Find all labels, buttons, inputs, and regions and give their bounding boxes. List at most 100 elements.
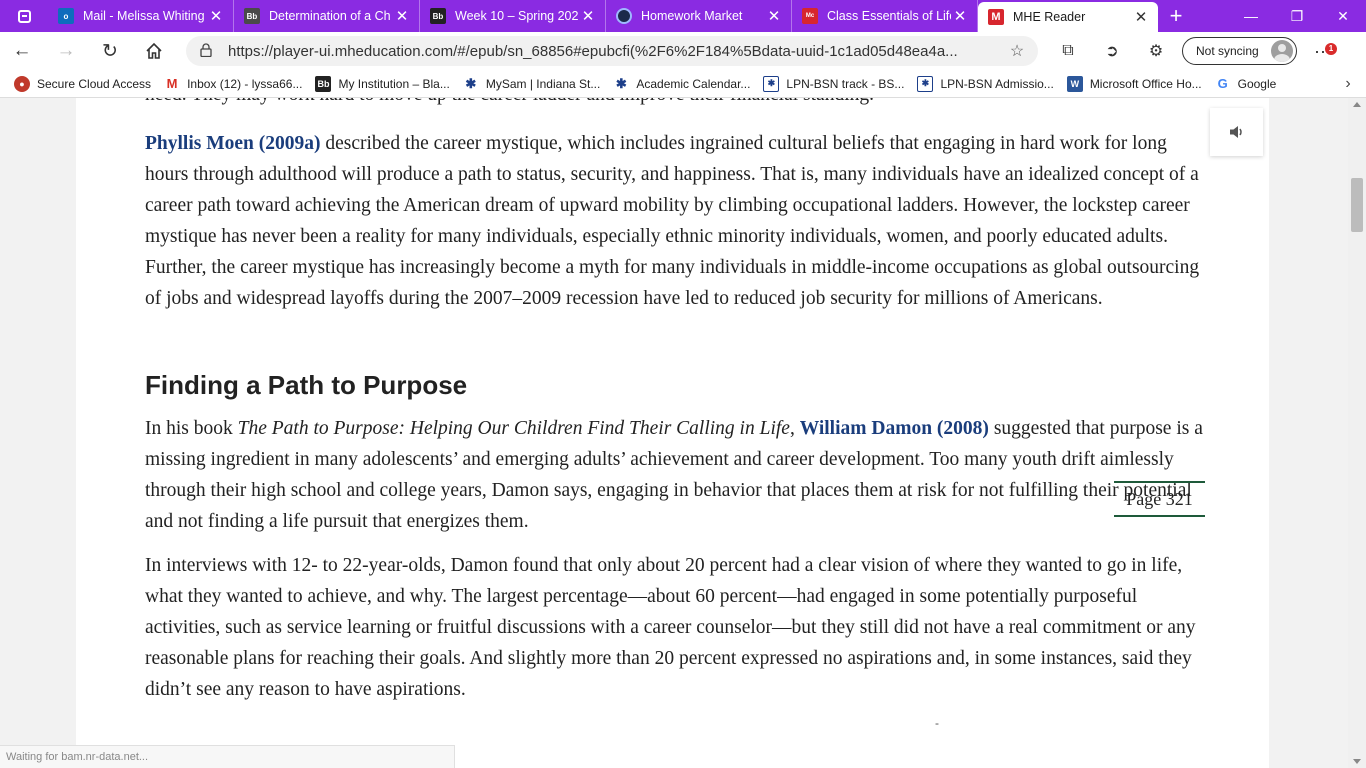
tab-title: MHE Reader (1013, 10, 1086, 24)
favorite-label: Secure Cloud Access (37, 76, 152, 91)
favorite-label: MySam | Indiana St... (485, 76, 601, 91)
toolbar-icons: ⧉ ➲ ⚙ (1046, 41, 1178, 61)
lock-icon (200, 42, 220, 60)
tab-mhe-reader[interactable]: M MHE Reader ✕ (978, 2, 1158, 32)
new-tab-button[interactable]: + (1158, 0, 1194, 32)
tab-actions-button[interactable] (0, 0, 48, 32)
back-button[interactable]: ← (0, 32, 44, 70)
favorites-overflow-button[interactable]: › (1330, 75, 1366, 93)
favorite-label: Inbox (12) - lyssa66... (187, 76, 303, 91)
speaker-icon (1229, 126, 1242, 138)
address-bar[interactable]: https://player-ui.mheducation.com/#/epub… (186, 36, 1038, 66)
minimize-icon: — (1244, 8, 1258, 24)
paragraph-career-mystique: Phyllis Moen (2009a) described the caree… (145, 128, 1205, 314)
close-icon[interactable]: ✕ (579, 7, 597, 25)
scroll-down-icon[interactable] (1353, 759, 1361, 764)
mhe-icon: M (988, 9, 1004, 25)
page-scrollbar[interactable] (1348, 98, 1366, 768)
book-title: The Path to Purpose: Helping Our Childre… (237, 418, 790, 439)
extensions-button[interactable]: ⚙ (1134, 41, 1178, 61)
reader-page: need. They may work hard to move up the … (76, 98, 1269, 768)
arrow-left-icon: ← (12, 40, 32, 61)
collections-button[interactable]: ⧉ (1046, 41, 1090, 61)
blackboard-icon: Bb (315, 75, 332, 92)
bookmark-box-icon: ✱ (917, 75, 934, 92)
extensions-icon: ⚙ (1148, 43, 1164, 60)
paragraph-text: described the career mystique, which inc… (145, 133, 1200, 309)
paragraph-damon-interviews: In interviews with 12- to 22-year-olds, … (145, 555, 1196, 700)
blackboard-icon: Bb (430, 8, 446, 24)
favorite-label: Microsoft Office Ho... (1089, 76, 1202, 91)
close-icon[interactable]: ✕ (765, 7, 783, 25)
tab-title: Class Essentials of Life (827, 9, 951, 23)
sync-label: Not syncing (1196, 44, 1259, 58)
page-number-marker: Page 321 (1114, 481, 1205, 517)
refresh-icon: ↻ (102, 40, 118, 62)
favorite-label: LPN-BSN track - BS... (786, 76, 905, 91)
tab-determination[interactable]: Bb Determination of a Ch ✕ (234, 0, 420, 32)
tab-mail[interactable]: o Mail - Melissa Whiting ✕ (48, 0, 234, 32)
home-button[interactable] (132, 32, 176, 70)
homework-market-icon (616, 8, 632, 24)
add-favorite-icon[interactable]: ☆ (1006, 41, 1028, 61)
settings-more-button[interactable]: ··· 1 (1303, 41, 1343, 62)
close-icon[interactable]: ✕ (207, 7, 225, 25)
tab-homework-market[interactable]: Homework Market ✕ (606, 0, 792, 32)
profile-sync-button[interactable]: Not syncing (1182, 37, 1297, 65)
restore-button[interactable]: ❐ (1274, 0, 1320, 32)
favorite-label: Google (1237, 76, 1277, 91)
gmail-icon: M (166, 76, 178, 91)
citation-link[interactable]: William Damon (2008) (800, 418, 989, 439)
favorite-inbox[interactable]: M Inbox (12) - lyssa66... (164, 76, 303, 92)
minimize-button[interactable]: — (1228, 0, 1274, 32)
favorite-lpn-bsn-track[interactable]: ✱ LPN-BSN track - BS... (763, 75, 905, 92)
bottom-mark: - (935, 716, 939, 730)
scroll-up-icon[interactable] (1353, 102, 1361, 107)
favorite-mysam[interactable]: ✱ MySam | Indiana St... (463, 75, 601, 92)
favorite-microsoft-office[interactable]: W Microsoft Office Ho... (1066, 75, 1202, 92)
favorites-bar: ● Secure Cloud Access M Inbox (12) - lys… (0, 70, 1366, 98)
tab-title: Mail - Melissa Whiting (83, 9, 205, 23)
refresh-button[interactable]: ↻ (88, 32, 132, 70)
audio-button[interactable] (1210, 108, 1263, 156)
window-controls: — ❐ ✕ (1228, 0, 1366, 32)
favorite-google[interactable]: G Google (1215, 76, 1277, 92)
chevron-right-icon: › (1345, 74, 1351, 92)
partial-text-line: need. They may work hard to move up the … (145, 98, 1205, 106)
secure-cloud-icon: ● (14, 75, 30, 92)
favorite-secure-cloud[interactable]: ● Secure Cloud Access (14, 75, 152, 92)
close-icon[interactable]: ✕ (1132, 8, 1150, 26)
home-icon (146, 42, 162, 59)
close-icon[interactable]: ✕ (951, 7, 969, 25)
blackboard-icon: Bb (244, 8, 260, 24)
forward-button[interactable]: → (44, 32, 88, 70)
close-window-button[interactable]: ✕ (1320, 0, 1366, 32)
google-icon: G (1217, 76, 1228, 91)
browser-toolbar: ← → ↻ https://player-ui.mheducation.com/… (0, 32, 1366, 70)
collections-icon: ⧉ (1062, 42, 1074, 59)
scroll-thumb[interactable] (1351, 178, 1363, 232)
favorite-my-institution[interactable]: Bb My Institution – Bla... (315, 75, 450, 92)
arrow-right-icon: → (56, 40, 76, 61)
bookmark-box-icon: ✱ (763, 75, 780, 92)
share-icon: ➲ (1105, 43, 1119, 60)
citation-link[interactable]: Phyllis Moen (2009a) (145, 133, 321, 154)
status-bar: Waiting for bam.nr-data.net... (0, 745, 455, 768)
favorite-academic-calendar[interactable]: ✱ Academic Calendar... (613, 75, 751, 92)
sycamore-icon: ✱ (615, 75, 627, 91)
paragraph-comma: , (789, 418, 800, 439)
tab-class-essentials[interactable]: Mc Class Essentials of Life ✕ (792, 0, 978, 32)
tab-week10[interactable]: Bb Week 10 – Spring 2021 ✕ (420, 0, 606, 32)
avatar-icon (1271, 40, 1293, 62)
restore-icon: ❐ (1290, 7, 1304, 24)
share-button[interactable]: ➲ (1090, 41, 1134, 61)
favorite-lpn-bsn-admission[interactable]: ✱ LPN-BSN Admissio... (917, 75, 1054, 92)
section-heading: Finding a Path to Purpose (145, 370, 468, 400)
notification-badge: 1 (1325, 42, 1337, 55)
close-icon[interactable]: ✕ (393, 7, 411, 25)
outlook-icon: o (58, 8, 74, 24)
tab-title: Determination of a Ch (269, 9, 391, 23)
favorite-label: My Institution – Bla... (338, 76, 450, 91)
tab-title: Week 10 – Spring 2021 (455, 9, 579, 23)
sycamore-icon: ✱ (465, 75, 477, 91)
